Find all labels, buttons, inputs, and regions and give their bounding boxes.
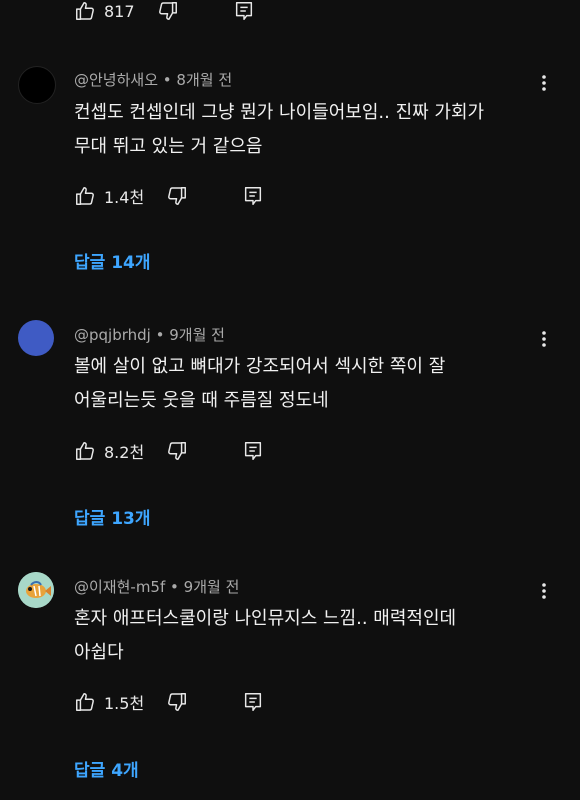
reply-button[interactable] — [242, 185, 264, 207]
meta-separator: • — [170, 578, 184, 596]
like-count: 1.5천 — [104, 694, 145, 713]
reply-button[interactable] — [233, 0, 255, 22]
thumbs-down-icon — [166, 691, 188, 713]
comment-meta: @pqjbrhdj • 9개월 전 — [74, 324, 225, 345]
meta-separator: • — [162, 71, 177, 89]
comment-text: 혼자 애프터스쿨이랑 나인뮤지스 느낌.. 매력적인데 아쉽다 — [74, 602, 534, 670]
thumbs-down-icon — [166, 185, 188, 207]
comment-actions: 1.5천 — [74, 690, 264, 714]
dislike-button[interactable] — [166, 440, 188, 462]
comment-text-line: 볼에 살이 없고 뼈대가 강조되어서 섹시한 쪽이 잘 — [74, 356, 446, 377]
avatar[interactable] — [18, 320, 54, 356]
comment-time[interactable]: 9개월 전 — [184, 578, 240, 596]
comment-meta: @이재현-m5f • 9개월 전 — [74, 576, 239, 597]
comment-actions: 817 — [74, 0, 255, 22]
more-options-button[interactable] — [534, 329, 554, 349]
comment-actions: 1.4천 — [74, 184, 264, 208]
view-replies-button[interactable]: 답글 14개 — [74, 248, 151, 273]
comment-actions: 8.2천 — [74, 439, 264, 463]
thumbs-up-icon — [74, 691, 96, 713]
dislike-button[interactable] — [166, 185, 188, 207]
more-vert-icon — [534, 581, 554, 601]
author-name[interactable]: @안녕하새오 — [74, 71, 158, 89]
thumbs-up-icon — [74, 0, 96, 22]
view-replies-button[interactable]: 답글 13개 — [74, 504, 151, 529]
meta-separator: • — [155, 326, 170, 344]
comment-text-line: 혼자 애프터스쿨이랑 나인뮤지스 느낌.. 매력적인데 — [74, 608, 457, 629]
dislike-button[interactable] — [157, 0, 179, 22]
comment-text-line: 어울리는듯 웃을 때 주름질 정도네 — [74, 390, 329, 411]
comment-text: 볼에 살이 없고 뼈대가 강조되어서 섹시한 쪽이 잘 어울리는듯 웃을 때 주… — [74, 350, 534, 418]
thumbs-up-icon — [74, 440, 96, 462]
reply-button[interactable] — [242, 691, 264, 713]
reply-button[interactable] — [242, 440, 264, 462]
more-options-button[interactable] — [534, 581, 554, 601]
comment-text-line: 아쉽다 — [74, 642, 124, 663]
thumbs-down-icon — [166, 440, 188, 462]
like-button[interactable]: 1.4천 — [74, 184, 144, 208]
comment-time[interactable]: 9개월 전 — [169, 326, 225, 344]
comment-text-line: 컨셉도 컨셉인데 그냥 뭔가 나이들어보임.. 진짜 가회가 — [74, 102, 485, 123]
like-button[interactable]: 1.5천 — [74, 690, 144, 714]
comment-meta: @안녕하새오 • 8개월 전 — [74, 69, 232, 90]
like-count: 817 — [104, 1, 135, 21]
more-vert-icon — [534, 329, 554, 349]
comment-text-line: 무대 뛰고 있는 거 같으음 — [74, 136, 263, 157]
author-name[interactable]: @pqjbrhdj — [74, 326, 151, 344]
like-count: 8.2천 — [104, 443, 145, 462]
more-options-button[interactable] — [534, 73, 554, 93]
reply-icon — [242, 185, 264, 207]
like-count: 1.4천 — [104, 188, 145, 207]
like-button[interactable]: 8.2천 — [74, 439, 144, 463]
comment-text: 컨셉도 컨셉인데 그냥 뭔가 나이들어보임.. 진짜 가회가 무대 뛰고 있는 … — [74, 96, 534, 164]
avatar[interactable] — [18, 66, 56, 104]
avatar[interactable] — [18, 572, 54, 608]
fish-avatar-image — [18, 572, 54, 608]
view-replies-button[interactable]: 답글 4개 — [74, 756, 139, 781]
more-vert-icon — [534, 73, 554, 93]
dislike-button[interactable] — [166, 691, 188, 713]
previous-comment-actions: 817 — [0, 0, 580, 28]
author-name[interactable]: @이재현-m5f — [74, 578, 165, 596]
reply-icon — [233, 0, 255, 22]
reply-icon — [242, 691, 264, 713]
reply-icon — [242, 440, 264, 462]
like-button[interactable]: 817 — [74, 0, 135, 22]
comment-time[interactable]: 8개월 전 — [176, 71, 232, 89]
thumbs-up-icon — [74, 185, 96, 207]
thumbs-down-icon — [157, 0, 179, 22]
